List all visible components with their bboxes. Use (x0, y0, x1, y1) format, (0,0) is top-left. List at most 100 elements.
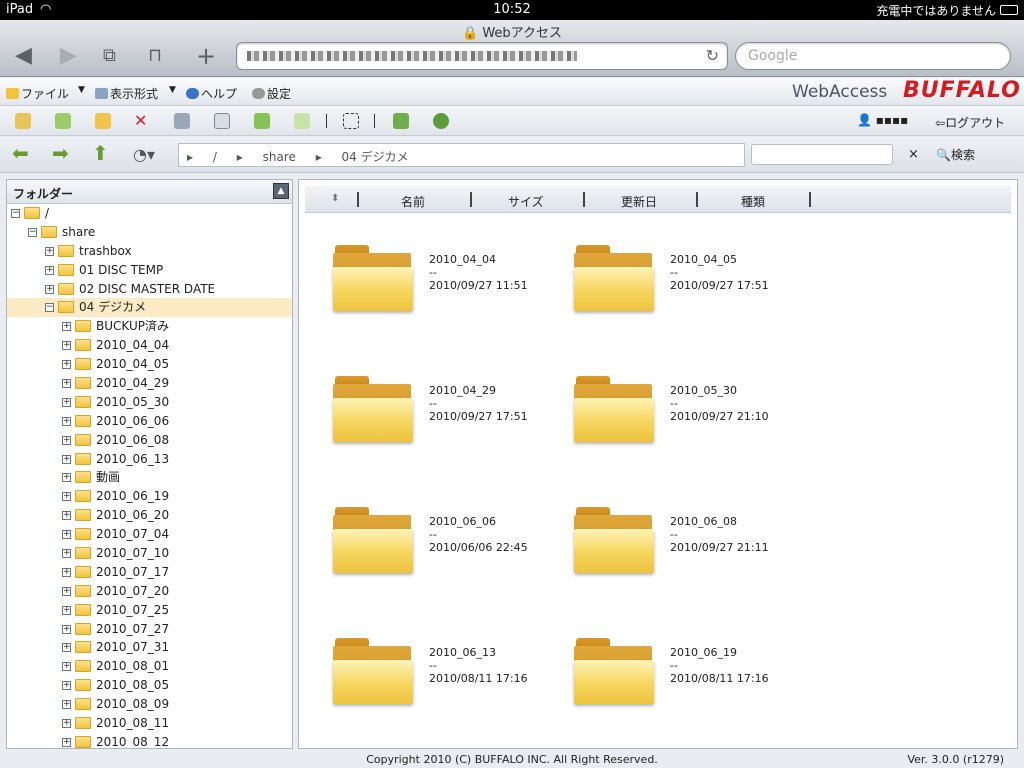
add-bookmark-icon[interactable]: + (196, 44, 216, 68)
rename-icon[interactable] (174, 113, 190, 129)
expand-toggle-icon[interactable]: + (62, 549, 71, 559)
folder-item[interactable]: 2010_06_08 -- 2010/09/27 21:11 (574, 507, 814, 597)
tree-node[interactable]: +2010_08_12 (7, 733, 292, 748)
delete-icon[interactable]: ✕ (134, 113, 150, 129)
tree-node[interactable]: + 動画 (7, 468, 292, 487)
tree-node[interactable]: +2010_07_27 (7, 620, 292, 639)
tree-node[interactable]: − / (7, 204, 292, 223)
folder-item[interactable]: 2010_04_29 -- 2010/09/27 17:51 (333, 376, 573, 466)
expand-toggle-icon[interactable]: + (45, 265, 54, 275)
download-icon[interactable] (294, 113, 310, 129)
tree-node[interactable]: + BUCKUP済み (7, 317, 292, 336)
expand-toggle-icon[interactable]: + (45, 284, 54, 294)
expand-toggle-icon[interactable]: + (62, 473, 71, 483)
tree-node[interactable]: + trashbox (7, 242, 292, 261)
tree-node[interactable]: +02 DISC MASTER DATE (7, 280, 292, 299)
collapse-icon[interactable]: ▲ (273, 183, 289, 199)
tree-node[interactable]: +2010_06_06 (7, 412, 292, 431)
share-icon[interactable] (433, 113, 449, 129)
folder-item[interactable]: 2010_05_30 -- 2010/09/27 21:10 (574, 376, 814, 466)
menu-help[interactable]: ヘルプ (186, 85, 237, 102)
bookmarks-icon[interactable]: ⊓ (148, 45, 162, 67)
folder-item[interactable]: 2010_06_06 -- 2010/06/06 22:45 (333, 507, 573, 597)
column-type[interactable]: 種類 (741, 193, 765, 210)
tree-node[interactable]: +2010_07_17 (7, 563, 292, 582)
expand-toggle-icon[interactable]: + (62, 360, 71, 370)
tree-node[interactable]: +2010_05_30 (7, 393, 292, 412)
forward-icon[interactable]: ▶ (60, 45, 77, 67)
expand-toggle-icon[interactable]: + (62, 530, 71, 540)
expand-toggle-icon[interactable]: + (62, 737, 71, 747)
nav-forward-icon[interactable]: ➡ (52, 143, 69, 163)
chevron-down-icon[interactable]: ▼ (78, 85, 85, 95)
expand-toggle-icon[interactable]: + (45, 246, 54, 256)
expand-toggle-icon[interactable]: + (62, 416, 71, 426)
folder-item[interactable]: 2010_04_05 -- 2010/09/27 17:51 (574, 245, 814, 335)
copy-icon[interactable] (214, 113, 230, 129)
expand-toggle-icon[interactable]: + (62, 341, 71, 351)
breadcrumb-item[interactable]: 04 デジカメ (342, 150, 409, 164)
expand-toggle-icon[interactable]: + (62, 719, 71, 729)
folder-item[interactable]: 2010_06_19 -- 2010/08/11 17:16 (574, 638, 814, 728)
menu-settings[interactable]: 設定 (252, 85, 291, 102)
column-size[interactable]: サイズ (508, 193, 544, 210)
reload-icon[interactable]: ↻ (706, 46, 719, 65)
tree-node[interactable]: +2010_06_13 (7, 450, 292, 469)
expand-toggle-icon[interactable]: + (62, 397, 71, 407)
expand-toggle-icon[interactable]: + (62, 492, 71, 502)
back-icon[interactable]: ◀ (15, 45, 32, 67)
tree-node[interactable]: +2010_08_05 (7, 676, 292, 695)
address-bar[interactable]: ↻ (236, 42, 728, 70)
collapse-toggle-icon[interactable]: − (45, 303, 54, 313)
expand-toggle-icon[interactable]: + (62, 681, 71, 691)
tree-node[interactable]: +2010_08_11 (7, 714, 292, 733)
breadcrumb-item[interactable]: / (213, 150, 217, 164)
mail-icon[interactable] (393, 113, 409, 129)
tree-node[interactable]: +2010_04_04 (7, 336, 292, 355)
search-field[interactable]: Google (735, 42, 1011, 70)
expand-toggle-icon[interactable]: + (62, 624, 71, 634)
upload-icon[interactable] (15, 113, 31, 129)
new-folder-icon[interactable] (95, 113, 111, 129)
expand-toggle-icon[interactable]: + (62, 643, 71, 653)
menu-file[interactable]: ファイル (6, 85, 69, 102)
tree-node[interactable]: +2010_04_05 (7, 355, 292, 374)
search-button[interactable]: 🔍検索 (936, 146, 975, 163)
column-name[interactable]: 名前 (401, 193, 425, 210)
nav-up-icon[interactable]: ⬆ (92, 143, 109, 163)
expand-toggle-icon[interactable]: + (62, 435, 71, 445)
tree-node[interactable]: +2010_04_29 (7, 374, 292, 393)
folder-item[interactable]: 2010_06_13 -- 2010/08/11 17:16 (333, 638, 573, 728)
tree-node[interactable]: − 04 デジカメ (7, 298, 292, 318)
expand-toggle-icon[interactable]: + (62, 454, 71, 464)
tree-node[interactable]: +2010_08_01 (7, 657, 292, 676)
breadcrumb-item[interactable]: share (263, 150, 296, 164)
column-date[interactable]: 更新日 (621, 193, 657, 210)
nav-back-icon[interactable]: ⬅ (12, 143, 29, 163)
menu-view[interactable]: 表示形式 (95, 85, 158, 102)
tree-node[interactable]: +2010_06_19 (7, 487, 292, 506)
file-search-input[interactable] (751, 144, 893, 165)
select-all-icon[interactable] (343, 113, 359, 129)
collapse-toggle-icon[interactable]: − (11, 209, 20, 218)
sort-icon[interactable]: ⬍ (331, 193, 339, 204)
tree-node[interactable]: +2010_07_20 (7, 582, 292, 601)
logout-button[interactable]: ⇦ログアウト (935, 114, 1005, 131)
expand-toggle-icon[interactable]: + (62, 379, 71, 389)
expand-toggle-icon[interactable]: + (62, 700, 71, 710)
tree-node[interactable]: +01 DISC TEMP (7, 261, 292, 280)
expand-toggle-icon[interactable]: + (62, 662, 71, 672)
tree-node[interactable]: +2010_07_10 (7, 544, 292, 563)
new-file-icon[interactable] (55, 113, 71, 129)
history-icon[interactable]: ◔▾ (133, 145, 155, 165)
tree-node[interactable]: +2010_07_31 (7, 638, 292, 657)
expand-toggle-icon[interactable]: + (62, 605, 71, 615)
tabs-icon[interactable]: ⧉ (103, 45, 116, 67)
tree-node[interactable]: +2010_07_04 (7, 525, 292, 544)
expand-toggle-icon[interactable]: + (62, 511, 71, 521)
chevron-down-icon[interactable]: ▼ (169, 85, 176, 95)
expand-toggle-icon[interactable]: + (62, 586, 71, 596)
tree-node[interactable]: +2010_06_08 (7, 431, 292, 450)
tree-node[interactable]: +2010_08_09 (7, 695, 292, 714)
expand-toggle-icon[interactable]: + (62, 322, 71, 332)
